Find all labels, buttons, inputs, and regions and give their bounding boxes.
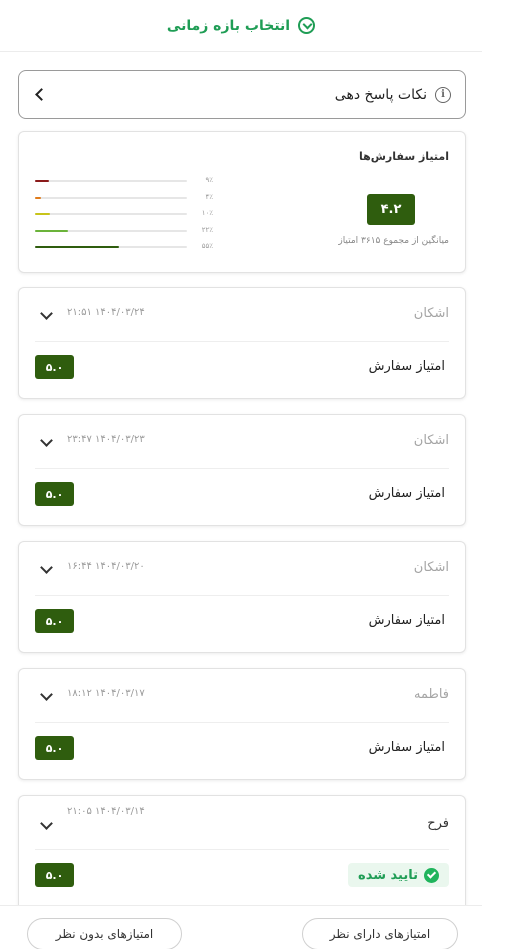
distribution-fill [35, 246, 119, 248]
approved-status: تایید شده [348, 863, 449, 887]
distribution-fill [35, 229, 69, 232]
order-score-badge: ۵.۰ [35, 482, 74, 506]
rating-summary-card: امتیاز سفارش‌ها ۴.۲ میانگین از مجموع ۳۶۱… [18, 131, 466, 273]
chevron-down-icon[interactable] [40, 817, 53, 830]
chevron-down-icon[interactable] [40, 561, 53, 574]
distribution-track [35, 180, 187, 182]
distribution-track [35, 246, 187, 248]
review-date: ۲۳:۴۷ ۱۴۰۴/۰۳/۲۳ [67, 434, 145, 445]
order-score-badge: ۵.۰ [35, 863, 74, 887]
distribution-percent: ۹٪ [205, 176, 213, 184]
order-score-badge: ۵.۰ [35, 355, 74, 379]
order-rating-label: امتیاز سفارش [368, 740, 445, 755]
distribution-percent: ۴٪ [205, 192, 213, 201]
average-score-badge: ۴.۲ [367, 194, 415, 225]
approved-status-label: تایید شده [358, 867, 418, 883]
response-tips-row[interactable]: i نکات پاسخ دهی [18, 70, 466, 119]
date-range-title: انتخاب بازه زمانی [166, 17, 291, 34]
distribution-fill [35, 213, 51, 215]
review-date: ۲۱:۰۵ ۱۴۰۴/۰۳/۱۴ [67, 806, 145, 817]
divider [35, 722, 449, 723]
order-rating-label: امتیاز سفارش [368, 613, 445, 628]
review-date: ۲۱:۵۱ ۱۴۰۴/۰۳/۲۴ [67, 307, 145, 318]
rating-distribution: ۹٪ ۴٪ ۱۰٪ ۲۲٪ ۵۵٪ [33, 176, 213, 259]
order-rating-label: امتیاز سفارش [368, 359, 445, 374]
order-rating-label: امتیاز سفارش [368, 486, 445, 501]
info-icon: i [435, 86, 451, 103]
distribution-percent: ۲۲٪ [201, 225, 213, 234]
reviewer-name: فاطمه [413, 687, 449, 702]
reviewer-name: اشکان [413, 433, 449, 448]
order-score-badge: ۵.۰ [35, 736, 74, 760]
reviewer-name: فرح [427, 816, 449, 831]
distribution-row: ۴٪ [33, 193, 213, 203]
distribution-track [35, 213, 187, 215]
order-score-badge: ۵.۰ [35, 609, 74, 633]
reviewer-name: اشکان [413, 306, 449, 321]
review-date: ۱۸:۱۲ ۱۴۰۴/۰۳/۱۷ [67, 688, 145, 699]
review-card[interactable]: اشکان ۲۱:۵۱ ۱۴۰۴/۰۳/۲۴ امتیاز سفارش ۵.۰ [18, 287, 466, 399]
filter-bar: امتیازهای دارای نظر امتیازهای بدون نظر [0, 905, 482, 949]
distribution-row: ۵۵٪ [33, 242, 213, 252]
check-circle-icon [424, 867, 439, 883]
response-tips-label-group: i نکات پاسخ دهی [334, 86, 451, 103]
date-range-header[interactable]: انتخاب بازه زمانی [0, 0, 482, 52]
check-circle-icon [298, 17, 316, 34]
review-card[interactable]: اشکان ۲۳:۴۷ ۱۴۰۴/۰۳/۲۳ امتیاز سفارش ۵.۰ [18, 414, 466, 526]
review-date: ۱۶:۴۴ ۱۴۰۴/۰۳/۲۰ [67, 561, 145, 572]
divider [35, 849, 449, 850]
distribution-track [35, 196, 187, 199]
divider [35, 468, 449, 469]
distribution-percent: ۵۵٪ [201, 242, 213, 250]
distribution-fill [35, 180, 49, 182]
with-comment-filter-button[interactable]: امتیازهای دارای نظر [302, 918, 458, 949]
review-card[interactable]: اشکان ۱۶:۴۴ ۱۴۰۴/۰۳/۲۰ امتیاز سفارش ۵.۰ [18, 541, 466, 653]
summary-title: امتیاز سفارش‌ها [359, 150, 449, 163]
distribution-fill [35, 196, 42, 199]
divider [35, 341, 449, 342]
distribution-track [35, 229, 187, 232]
chevron-down-icon[interactable] [40, 434, 53, 447]
ratings-page: انتخاب بازه زمانی i نکات پاسخ دهی امتیاز… [0, 0, 482, 949]
divider [35, 595, 449, 596]
reviewer-name: اشکان [413, 560, 449, 575]
distribution-row: ۹٪ [33, 176, 213, 186]
average-description: میانگین از مجموع ۳۶۱۵ امتیاز [338, 236, 449, 246]
distribution-percent: ۱۰٪ [201, 209, 213, 217]
chevron-left-icon [35, 88, 48, 101]
chevron-down-icon[interactable] [40, 688, 53, 701]
distribution-row: ۱۰٪ [33, 209, 213, 219]
without-comment-filter-button[interactable]: امتیازهای بدون نظر [27, 918, 182, 949]
chevron-down-icon[interactable] [40, 307, 53, 320]
response-tips-label: نکات پاسخ دهی [334, 86, 427, 103]
review-card[interactable]: فاطمه ۱۸:۱۲ ۱۴۰۴/۰۳/۱۷ امتیاز سفارش ۵.۰ [18, 668, 466, 780]
distribution-row: ۲۲٪ [33, 226, 213, 236]
